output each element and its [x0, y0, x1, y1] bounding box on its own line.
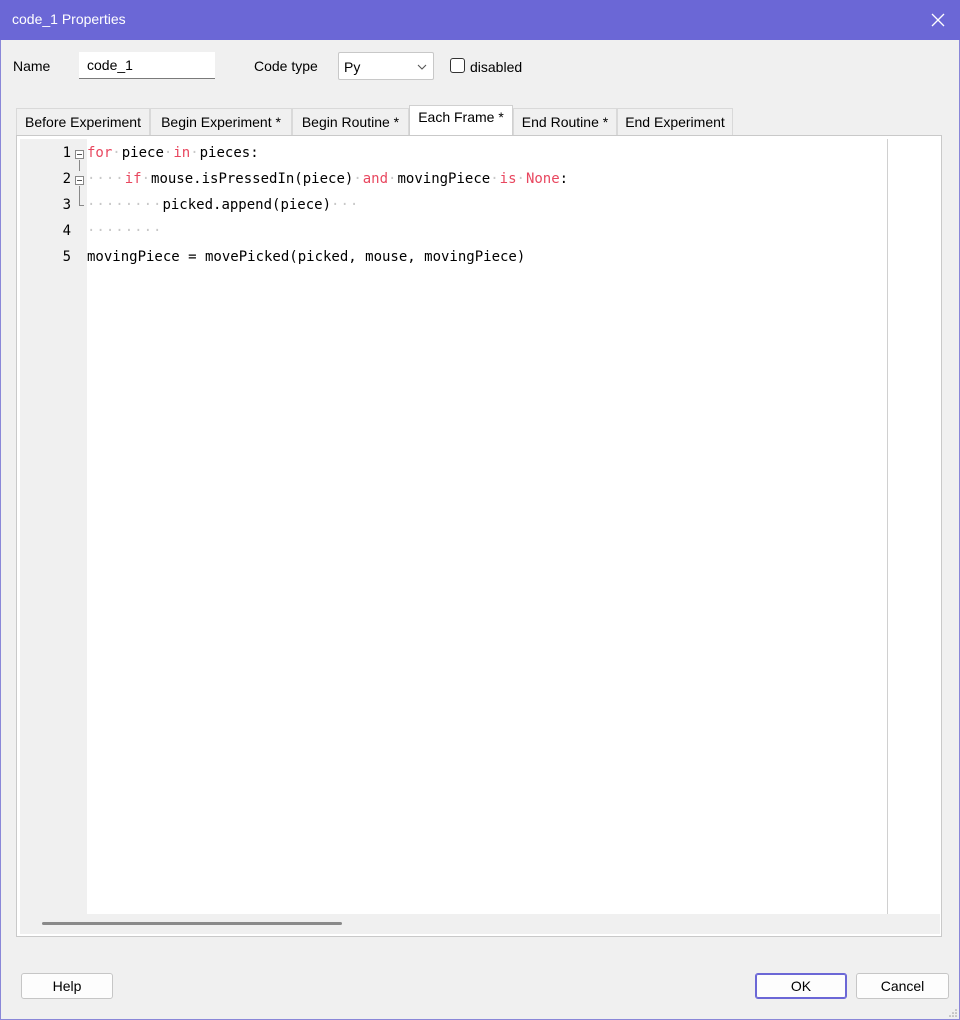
code-keyword: is	[499, 171, 517, 187]
whitespace-dots: ·	[190, 145, 200, 161]
whitespace-dots: ········	[87, 223, 163, 239]
fold-guide	[79, 186, 80, 205]
code-line: ········	[87, 223, 162, 249]
tab-begin-routine[interactable]: Begin Routine *	[292, 108, 409, 136]
code-text-area[interactable]: for·piece·in·pieces: ····if·mouse.isPress…	[87, 139, 887, 914]
code-keyword: in	[173, 145, 191, 161]
name-input[interactable]	[79, 52, 215, 79]
scrollbar-thumb[interactable]	[42, 922, 342, 925]
code-type-select[interactable]: Py	[338, 52, 434, 80]
tab-label: End Experiment	[625, 114, 725, 130]
tab-end-routine[interactable]: End Routine *	[513, 108, 617, 136]
whitespace-dots: ·	[353, 171, 363, 187]
code-text: piece	[121, 145, 164, 161]
code-text: picked.append(piece)	[162, 197, 332, 213]
whitespace-dots: ·	[141, 171, 152, 187]
tab-label: Before Experiment	[25, 114, 141, 130]
fold-guide	[79, 160, 80, 171]
whitespace-dots: ····	[87, 171, 125, 187]
code-text: mouse.isPressedIn(piece)	[151, 171, 354, 187]
chevron-down-icon	[417, 64, 427, 70]
resize-grip-icon[interactable]	[948, 1008, 958, 1018]
whitespace-dots: ···	[331, 197, 360, 213]
code-text: movingPiece	[397, 171, 491, 187]
tab-each-frame[interactable]: Each Frame *	[409, 105, 513, 136]
code-line: for·piece·in·pieces:	[87, 145, 259, 171]
code-type-label: Code type	[254, 58, 318, 74]
close-icon	[931, 13, 945, 27]
code-text: :	[559, 171, 569, 187]
window-title: code_1 Properties	[12, 11, 126, 27]
tab-before-experiment[interactable]: Before Experiment	[16, 108, 150, 136]
tab-label: Begin Experiment *	[161, 114, 281, 130]
line-number: 3	[62, 197, 71, 213]
fold-guide-end	[79, 205, 84, 206]
line-number: 1	[62, 145, 71, 161]
line-number-gutter: 1 2 3 4 5	[20, 139, 87, 914]
code-editor-panel: 1 2 3 4 5 for·piece·in·pieces: ····if·mou…	[16, 135, 942, 937]
tab-label: End Routine *	[521, 114, 609, 130]
close-button[interactable]	[916, 0, 960, 40]
cancel-button[interactable]: Cancel	[856, 973, 949, 999]
whitespace-dots: ·	[516, 171, 526, 187]
ok-button[interactable]: OK	[755, 973, 847, 999]
code-line: ········picked.append(piece)···	[87, 197, 359, 223]
code-keyword: if	[124, 171, 142, 187]
code-text: pieces:	[199, 145, 259, 161]
code-type-value: Py	[344, 59, 361, 75]
title-bar: code_1 Properties	[0, 0, 960, 40]
name-label: Name	[13, 58, 51, 74]
fold-toggle-icon[interactable]	[75, 150, 84, 159]
fold-toggle-icon[interactable]	[75, 176, 84, 185]
line-number: 4	[62, 223, 71, 239]
code-text: movingPiece = movePicked(picked, mouse, …	[87, 249, 526, 265]
whitespace-dots: ·	[490, 171, 500, 187]
whitespace-dots: ········	[87, 197, 163, 213]
whitespace-dots: ·	[163, 145, 174, 161]
code-keyword: for	[87, 145, 113, 161]
tab-end-experiment[interactable]: End Experiment	[617, 108, 733, 136]
code-line: ····if·mouse.isPressedIn(piece)·and·movi…	[87, 171, 568, 197]
line-number: 5	[62, 249, 71, 265]
tab-label: Begin Routine *	[301, 114, 400, 130]
horizontal-scrollbar[interactable]	[20, 914, 940, 934]
tab-label: Each Frame *	[418, 109, 504, 125]
disabled-checkbox[interactable]	[450, 58, 465, 73]
tab-begin-experiment[interactable]: Begin Experiment *	[150, 108, 292, 136]
edge-marker	[887, 139, 888, 914]
code-keyword: and	[362, 171, 389, 187]
line-number: 2	[62, 171, 71, 187]
disabled-label: disabled	[470, 59, 523, 75]
help-button[interactable]: Help	[21, 973, 113, 999]
code-line: movingPiece = movePicked(picked, mouse, …	[87, 249, 525, 275]
code-keyword: None	[525, 171, 560, 187]
whitespace-dots: ·	[112, 145, 122, 161]
